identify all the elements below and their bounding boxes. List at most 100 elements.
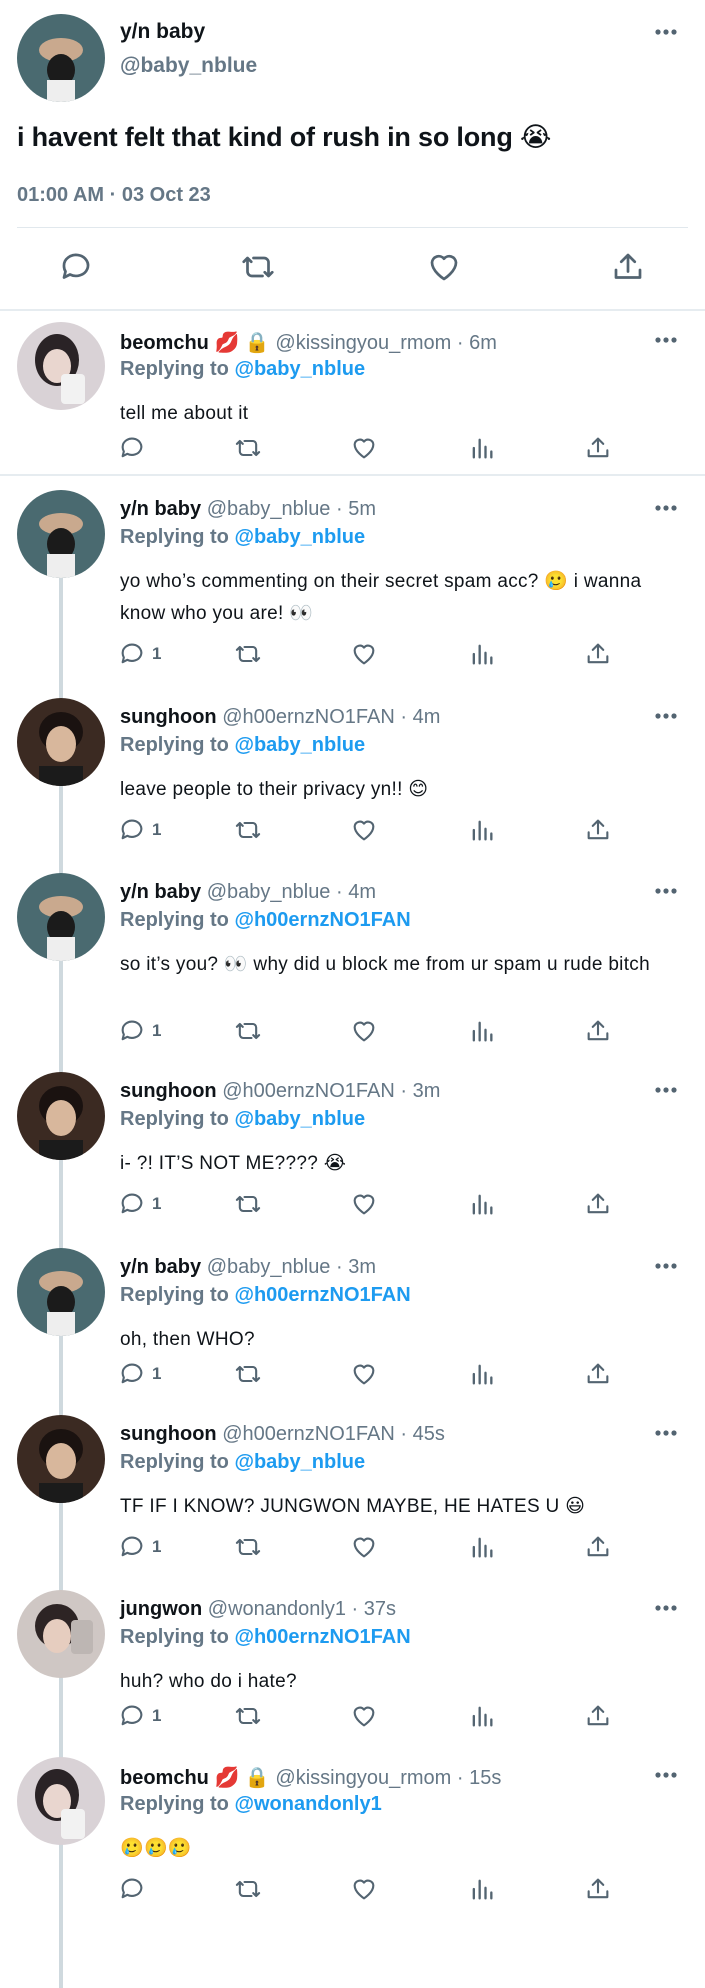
- like-icon[interactable]: [350, 638, 378, 670]
- avatar[interactable]: [17, 698, 105, 786]
- reply-name[interactable]: sunghoon: [120, 706, 217, 728]
- reply-icon[interactable]: [118, 1873, 152, 1905]
- reply-icon[interactable]: 1: [118, 1358, 161, 1390]
- share-icon[interactable]: [584, 1358, 612, 1390]
- retweet-icon[interactable]: [234, 432, 262, 464]
- avatar[interactable]: [17, 322, 105, 410]
- views-icon[interactable]: [468, 638, 496, 670]
- display-name[interactable]: y/n baby: [120, 20, 205, 44]
- reply-name[interactable]: jungwon: [120, 1598, 202, 1620]
- reply-text: TF IF I KNOW? JUNGWON MAYBE, HE HATES U …: [120, 1496, 586, 1517]
- replying-to-link[interactable]: @h00ernzNO1FAN: [234, 909, 410, 931]
- retweet-icon[interactable]: [234, 1015, 262, 1047]
- more-icon[interactable]: [655, 336, 677, 344]
- replying-to-link[interactable]: @baby_nblue: [234, 1451, 365, 1473]
- more-icon[interactable]: [655, 1262, 677, 1270]
- replying-to-link[interactable]: @wonandonly1: [234, 1793, 381, 1815]
- share-icon[interactable]: [584, 1188, 612, 1220]
- share-icon[interactable]: [584, 432, 612, 464]
- views-icon[interactable]: [468, 1531, 496, 1563]
- more-icon[interactable]: [655, 1604, 677, 1612]
- share-icon[interactable]: [610, 249, 646, 285]
- reply-icon[interactable]: 1: [118, 1015, 161, 1047]
- reply-handle[interactable]: @kissingyou_rmom · 15s: [275, 1767, 501, 1789]
- more-icon[interactable]: [655, 1429, 677, 1437]
- like-icon[interactable]: [350, 1015, 378, 1047]
- like-icon[interactable]: [350, 432, 378, 464]
- like-icon[interactable]: [350, 1531, 378, 1563]
- views-icon[interactable]: [468, 1358, 496, 1390]
- avatar[interactable]: [17, 14, 105, 102]
- views-icon[interactable]: [468, 1188, 496, 1220]
- views-icon[interactable]: [468, 1015, 496, 1047]
- more-icon[interactable]: [655, 712, 677, 720]
- retweet-icon[interactable]: [240, 249, 276, 285]
- reply-icon[interactable]: [118, 432, 152, 464]
- like-icon[interactable]: [350, 1188, 378, 1220]
- reply-name[interactable]: sunghoon: [120, 1423, 217, 1445]
- like-icon[interactable]: [350, 1358, 378, 1390]
- share-icon[interactable]: [584, 1700, 612, 1732]
- reply-name[interactable]: y/n baby: [120, 881, 201, 903]
- more-icon[interactable]: [655, 887, 677, 895]
- reply-handle[interactable]: @h00ernzNO1FAN · 45s: [222, 1423, 445, 1445]
- views-icon[interactable]: [468, 432, 496, 464]
- retweet-icon[interactable]: [234, 814, 262, 846]
- reply-handle[interactable]: @baby_nblue · 5m: [207, 498, 376, 520]
- reply-name[interactable]: y/n baby: [120, 1256, 201, 1278]
- like-icon[interactable]: [426, 249, 462, 285]
- views-icon[interactable]: [468, 1700, 496, 1732]
- reply-icon[interactable]: 1: [118, 1531, 161, 1563]
- more-icon[interactable]: [655, 1771, 677, 1779]
- reply-handle[interactable]: @baby_nblue · 3m: [207, 1256, 376, 1278]
- reply-name[interactable]: sunghoon: [120, 1080, 217, 1102]
- share-icon[interactable]: [584, 814, 612, 846]
- avatar[interactable]: [17, 1590, 105, 1678]
- avatar[interactable]: [17, 873, 105, 961]
- replying-to-link[interactable]: @h00ernzNO1FAN: [234, 1284, 410, 1306]
- more-icon[interactable]: [655, 504, 677, 512]
- like-icon[interactable]: [350, 1700, 378, 1732]
- avatar[interactable]: [17, 1415, 105, 1503]
- like-icon[interactable]: [350, 814, 378, 846]
- more-icon[interactable]: [655, 1086, 677, 1094]
- avatar[interactable]: [17, 1757, 105, 1845]
- views-icon[interactable]: [468, 814, 496, 846]
- reply-handle[interactable]: @kissingyou_rmom · 6m: [275, 332, 496, 354]
- retweet-icon[interactable]: [234, 1358, 262, 1390]
- avatar[interactable]: [17, 1072, 105, 1160]
- avatar[interactable]: [17, 1248, 105, 1336]
- reply-icon[interactable]: 1: [118, 1188, 161, 1220]
- tweet-timestamp[interactable]: 01:00 AM · 03 Oct 23: [17, 184, 211, 207]
- like-icon[interactable]: [350, 1873, 378, 1905]
- avatar[interactable]: [17, 490, 105, 578]
- reply-name[interactable]: beomchu 💋 🔒: [120, 1767, 270, 1789]
- views-icon[interactable]: [468, 1873, 496, 1905]
- reply-icon[interactable]: 1: [118, 814, 161, 846]
- share-icon[interactable]: [584, 1873, 612, 1905]
- handle[interactable]: @baby_nblue: [120, 54, 257, 78]
- reply-icon[interactable]: 1: [118, 638, 161, 670]
- retweet-icon[interactable]: [234, 638, 262, 670]
- replying-to-link[interactable]: @baby_nblue: [234, 1108, 365, 1130]
- reply-name[interactable]: y/n baby: [120, 498, 201, 520]
- reply-handle[interactable]: @h00ernzNO1FAN · 4m: [222, 706, 440, 728]
- replying-to-link[interactable]: @baby_nblue: [234, 526, 365, 548]
- replying-to-link[interactable]: @baby_nblue: [234, 358, 365, 380]
- reply-icon[interactable]: 1: [118, 1700, 161, 1732]
- reply-name[interactable]: beomchu 💋 🔒: [120, 332, 270, 354]
- share-icon[interactable]: [584, 1015, 612, 1047]
- retweet-icon[interactable]: [234, 1700, 262, 1732]
- reply-handle[interactable]: @wonandonly1 · 37s: [208, 1598, 396, 1620]
- more-icon[interactable]: [655, 28, 677, 36]
- retweet-icon[interactable]: [234, 1531, 262, 1563]
- reply-handle[interactable]: @baby_nblue · 4m: [207, 881, 376, 903]
- share-icon[interactable]: [584, 638, 612, 670]
- retweet-icon[interactable]: [234, 1873, 262, 1905]
- replying-to-link[interactable]: @h00ernzNO1FAN: [234, 1626, 410, 1648]
- retweet-icon[interactable]: [234, 1188, 262, 1220]
- reply-icon[interactable]: [58, 249, 94, 285]
- share-icon[interactable]: [584, 1531, 612, 1563]
- replying-to-link[interactable]: @baby_nblue: [234, 734, 365, 756]
- reply-handle[interactable]: @h00ernzNO1FAN · 3m: [222, 1080, 440, 1102]
